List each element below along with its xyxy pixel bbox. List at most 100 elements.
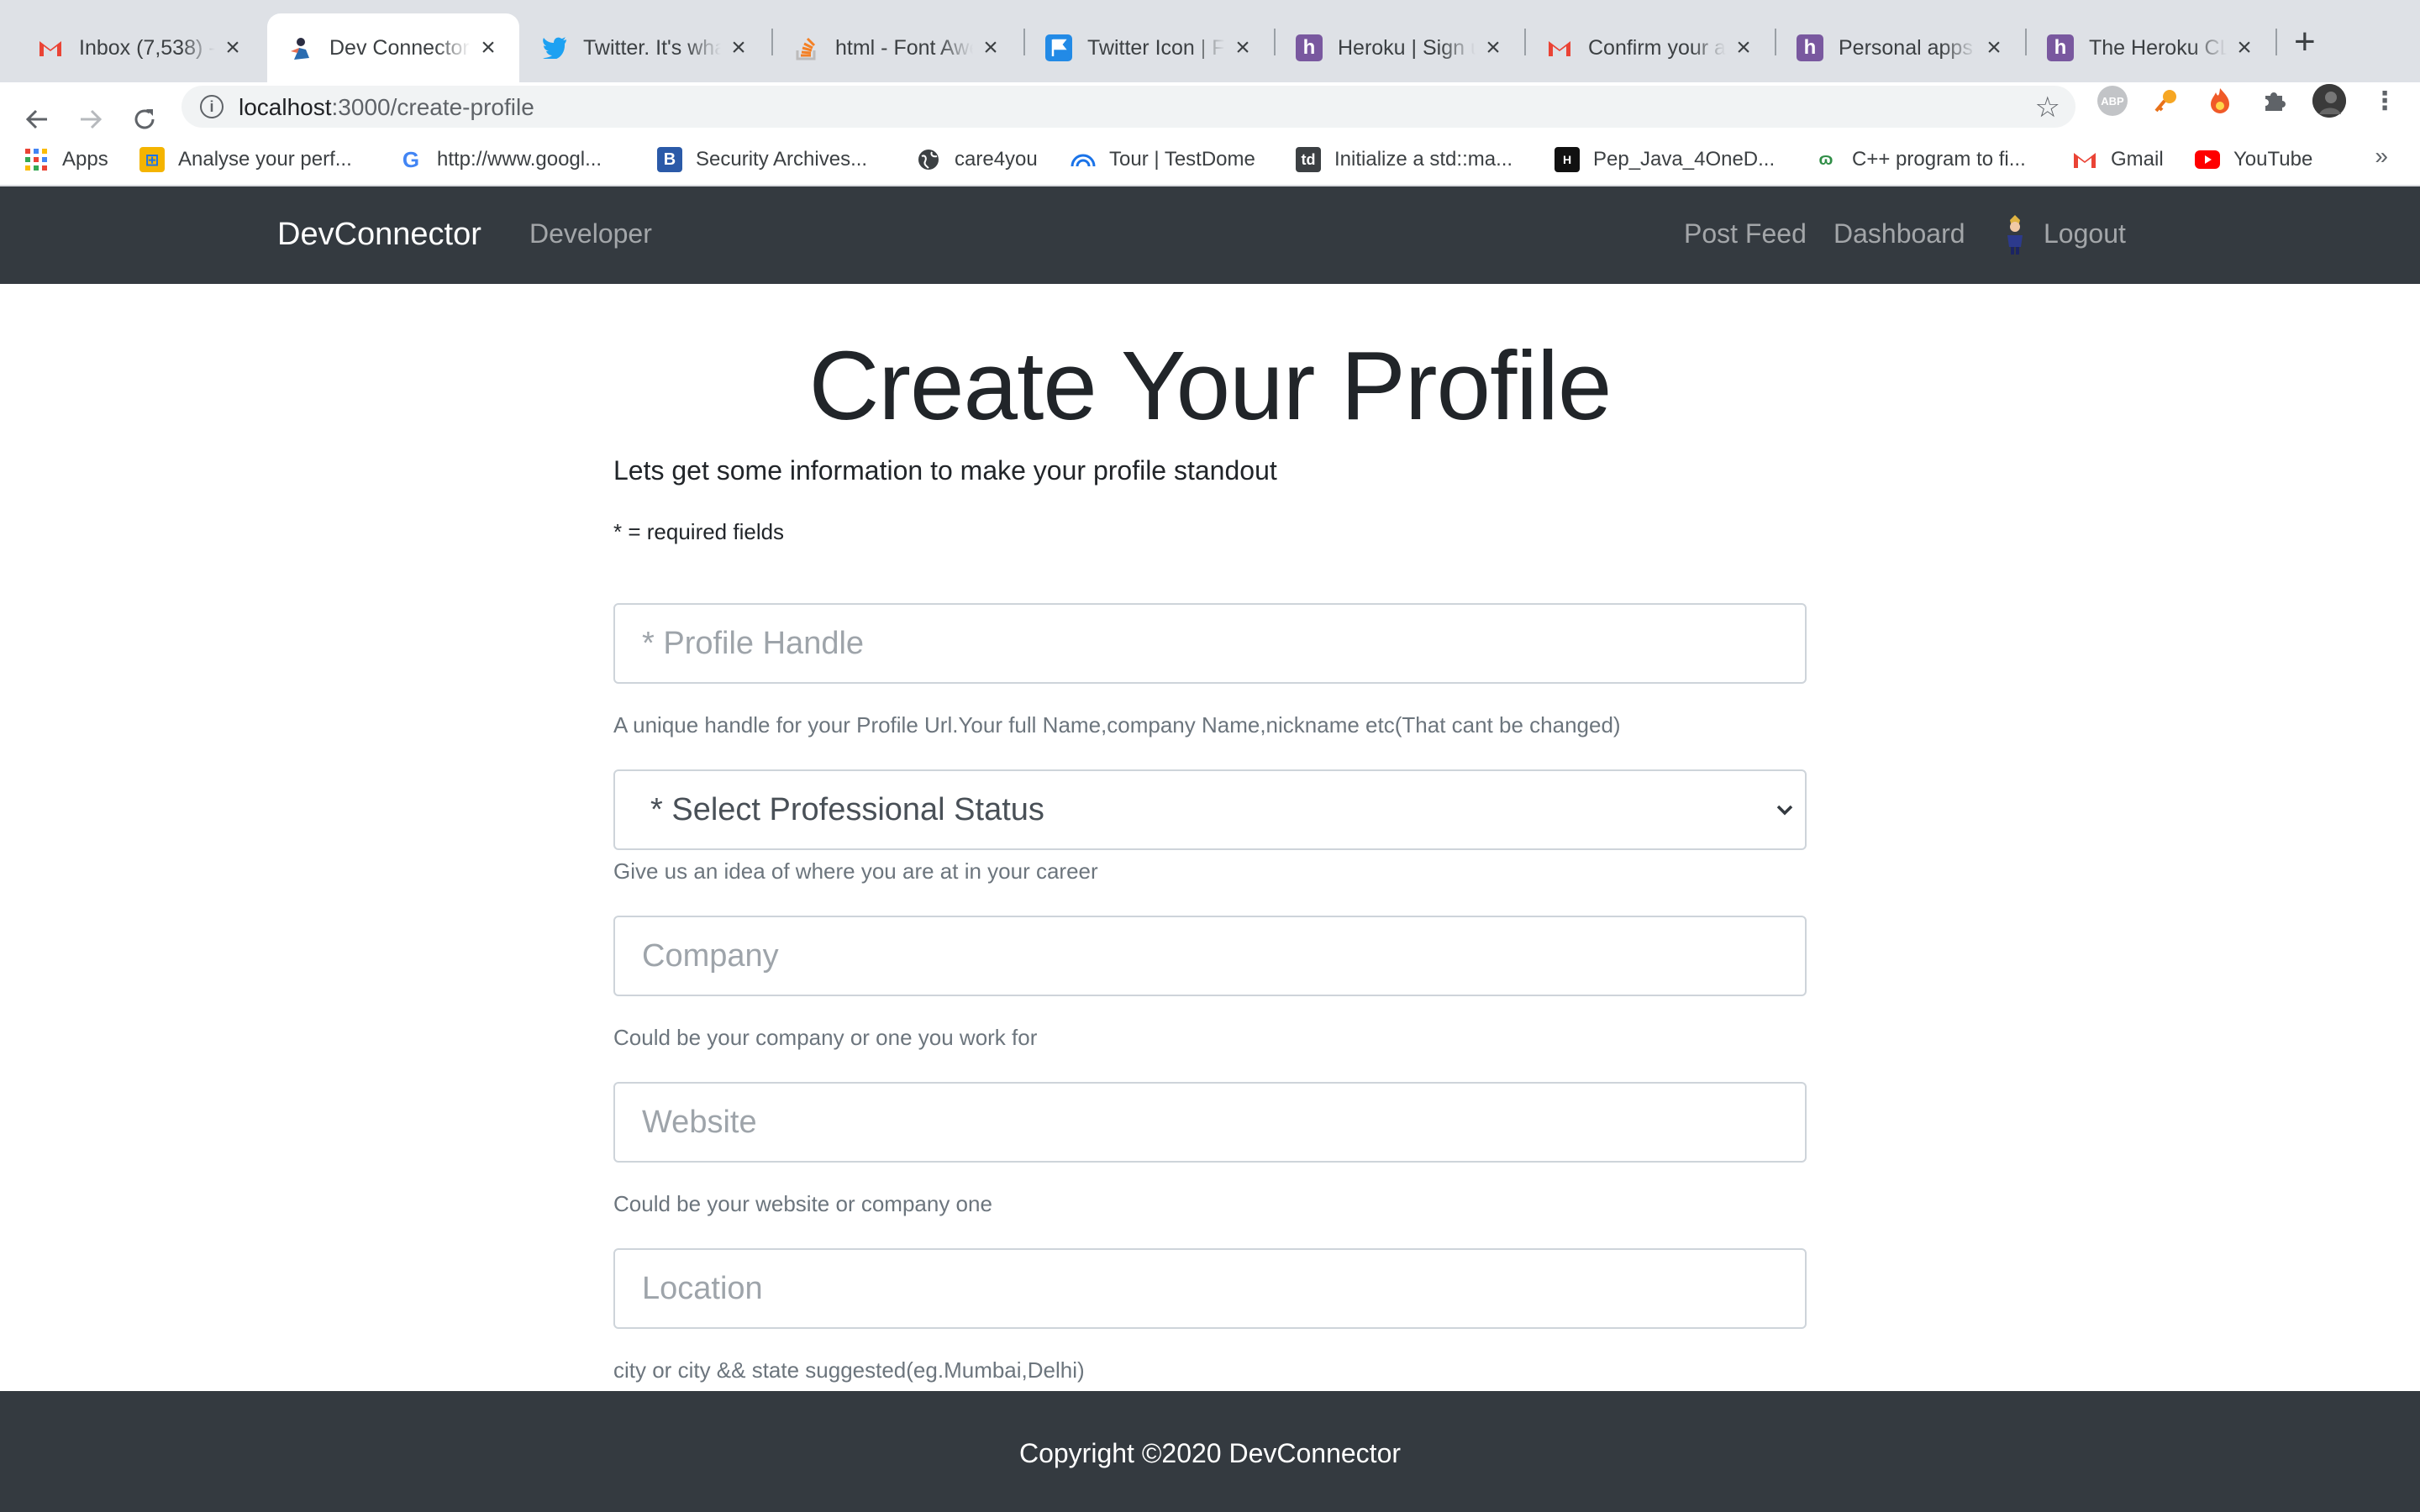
tab-fontawesome[interactable]: Twitter Icon | F × (1025, 13, 1274, 82)
page-lead: Lets get some information to make your p… (613, 455, 1277, 486)
bookmarks-overflow-button[interactable]: » (2375, 143, 2388, 170)
tab-title: The Heroku CL (2089, 35, 2227, 60)
user-avatar (2007, 215, 2023, 255)
company-hint: Could be your company or one you work fo… (613, 1025, 1038, 1050)
bookmark-testdome[interactable]: Tour | TestDome (1071, 144, 1255, 175)
tab-dev-connector[interactable]: Dev Connector × (267, 13, 519, 82)
professional-status-select[interactable]: * Select Professional Status (613, 769, 1807, 850)
bookmark-google[interactable]: G http://www.googl... (398, 144, 602, 175)
bookmark-label: Pep_Java_4OneD... (1593, 148, 1776, 171)
company-input[interactable] (613, 916, 1807, 996)
brand-link[interactable]: DevConnector (277, 217, 481, 253)
close-icon[interactable]: × (1482, 35, 1504, 60)
close-icon[interactable]: × (1983, 35, 2005, 60)
fontawesome-flag-icon (1045, 34, 1072, 61)
new-tab-button[interactable]: + (2294, 22, 2316, 62)
page-footer: Copyright ©2020 DevConnector (0, 1391, 2420, 1512)
heroku-icon: h (2047, 34, 2074, 61)
bookmark-star-icon[interactable]: ☆ (2035, 91, 2060, 124)
required-fields-note: * = required fields (613, 519, 785, 544)
hackerearth-icon: H (1555, 147, 1580, 172)
developers-link[interactable]: Developer (529, 218, 652, 249)
profile-avatar[interactable] (2312, 84, 2346, 118)
website-hint: Could be your website or company one (613, 1191, 992, 1216)
location-hint: city or city && state suggested(eg.Mumba… (613, 1357, 1085, 1383)
tab-title: Twitter. It's what (583, 35, 721, 60)
url-path: :3000/create-profile (331, 94, 534, 120)
devconnector-icon (287, 34, 314, 61)
location-input[interactable] (613, 1248, 1807, 1329)
bookmark-apps[interactable]: Apps (24, 144, 108, 175)
bookmark-label: care4you (955, 148, 1038, 171)
tab-title: Inbox (7,538) - (79, 35, 215, 60)
bookmark-label: Apps (62, 148, 108, 171)
status-selected-value: * Select Professional Status (650, 791, 1044, 827)
tab-title: Dev Connector (329, 35, 470, 60)
forward-button[interactable] (71, 99, 111, 139)
tab-title: Confirm your a (1588, 35, 1726, 60)
bookmark-youtube[interactable]: YouTube (2195, 144, 2312, 175)
bookmark-label: Initialize a std::ma... (1334, 148, 1513, 171)
td-icon: td (1296, 147, 1321, 172)
tab-twitter[interactable]: Twitter. It's what × (521, 13, 770, 82)
tab-gmail-inbox[interactable]: Inbox (7,538) - × (17, 13, 264, 82)
dashboard-link[interactable]: Dashboard (1833, 218, 1965, 249)
tab-heroku-cli[interactable]: h The Heroku CL × (2027, 13, 2275, 82)
create-profile-page: Create Your Profile Lets get some inform… (0, 284, 2420, 1391)
tab-heroku-apps[interactable]: h Personal apps × (1776, 13, 2025, 82)
tab-separator (2275, 29, 2277, 55)
url-text[interactable]: localhost:3000/create-profile (239, 94, 534, 121)
reload-button[interactable] (124, 99, 165, 139)
apps-grid-icon (24, 147, 49, 172)
chevron-down-icon (1776, 805, 1793, 816)
fire-extension-icon[interactable] (2205, 86, 2235, 116)
info-icon[interactable]: i (200, 95, 224, 118)
bookmark-care4you[interactable]: care4you (916, 144, 1038, 175)
close-icon[interactable]: × (1733, 35, 1754, 60)
bookmark-label: Analyse your perf... (178, 148, 352, 171)
browser-menu-icon[interactable]: ⋮ (2370, 86, 2400, 116)
back-button[interactable] (17, 99, 57, 139)
profile-handle-hint: A unique handle for your Profile Url.You… (613, 712, 1621, 738)
close-icon[interactable]: × (2233, 35, 2255, 60)
gmail-icon (2072, 147, 2097, 172)
google-icon: G (402, 146, 420, 172)
tab-title: Personal apps (1839, 35, 1973, 60)
bookmark-label: YouTube (2233, 148, 2313, 171)
bookmark-initialize[interactable]: td Initialize a std::ma... (1296, 144, 1512, 175)
close-icon[interactable]: × (222, 35, 244, 60)
bookmark-pep-java[interactable]: H Pep_Java_4OneD... (1555, 144, 1775, 175)
url-host: localhost (239, 94, 332, 120)
extensions-puzzle-icon[interactable] (2259, 86, 2289, 116)
key-extension-icon[interactable] (2151, 86, 2181, 116)
bookmark-analyse[interactable]: ⊞ Analyse your perf... (139, 144, 352, 175)
page-title: Create Your Profile (808, 331, 1612, 440)
close-icon[interactable]: × (477, 35, 499, 60)
bookmark-security[interactable]: B Security Archives... (657, 144, 867, 175)
pagespeed-icon: ⊞ (139, 147, 165, 172)
bookmark-gmail[interactable]: Gmail (2072, 144, 2164, 175)
twitter-icon (541, 34, 568, 61)
close-icon[interactable]: × (980, 35, 1002, 60)
adblock-plus-icon[interactable]: ABP (2097, 86, 2128, 116)
heroku-icon: h (1296, 34, 1323, 61)
tab-heroku-signup[interactable]: h Heroku | Sign u × (1276, 13, 1524, 82)
logout-link[interactable]: Logout (2044, 218, 2126, 249)
tab-stackoverflow[interactable]: html - Font Awe × (773, 13, 1022, 82)
globe-icon (916, 147, 941, 172)
address-bar[interactable]: i localhost:3000/create-profile ☆ (182, 86, 2075, 128)
geeksforgeeks-icon: ɷ (1818, 150, 1833, 169)
website-input[interactable] (613, 1082, 1807, 1163)
close-icon[interactable]: × (1232, 35, 1254, 60)
browser-tab-strip: Inbox (7,538) - × Dev Connector × Twitte… (0, 0, 2420, 82)
gmail-icon (1546, 34, 1573, 61)
close-icon[interactable]: × (728, 35, 750, 60)
forward-arrow-icon (81, 109, 103, 129)
app-navbar: DevConnector Developer Post Feed Dashboa… (0, 186, 2420, 284)
bookmark-cpp-program[interactable]: ɷ C++ program to fi... (1813, 144, 2026, 175)
youtube-icon (2195, 147, 2220, 172)
post-feed-link[interactable]: Post Feed (1684, 218, 1807, 249)
b-letter-icon: B (657, 147, 682, 172)
tab-gmail-confirm[interactable]: Confirm your a × (1526, 13, 1775, 82)
profile-handle-input[interactable] (613, 603, 1807, 684)
